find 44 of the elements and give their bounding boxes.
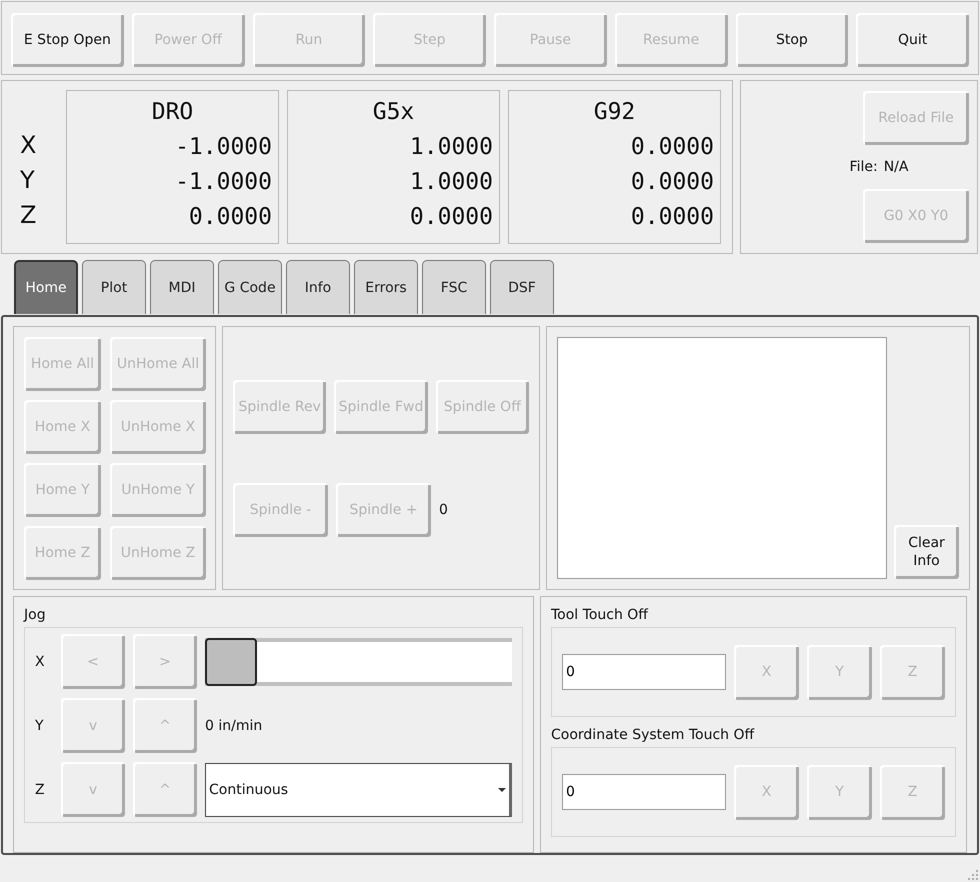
dro-value: 1.0000 <box>408 168 493 197</box>
group-title: Jog <box>24 606 47 625</box>
tab[interactable]: Info <box>286 260 350 314</box>
group-title: Coordinate System Touch Off <box>551 726 756 745</box>
dro-value: 0.0000 <box>630 203 714 232</box>
tab[interactable]: FSC <box>422 260 486 314</box>
offset-input[interactable]: 0 <box>562 774 726 810</box>
increment-dropdown[interactable]: Continuous <box>205 762 512 816</box>
clear-info-button[interactable]: Clear Info <box>894 525 959 579</box>
axis-label: Y <box>19 165 36 196</box>
toolbar-button[interactable]: E Stop Open <box>11 13 124 67</box>
dro-value: -1.0000 <box>174 133 272 162</box>
dro-value: 0.0000 <box>188 203 272 232</box>
group-title: Tool Touch Off <box>551 606 650 625</box>
tab[interactable]: MDI <box>150 260 214 314</box>
dro-value: 0.0000 <box>630 133 714 162</box>
axis-label: X <box>35 654 46 670</box>
dro-title: G92 <box>592 98 636 127</box>
spindle-speed: 0 <box>439 502 448 518</box>
file-label: File: <box>850 159 878 175</box>
dro-value: -1.0000 <box>174 168 272 197</box>
tab[interactable]: DSF <box>490 260 554 314</box>
slider-thumb[interactable] <box>205 638 257 686</box>
toolbar-button[interactable]: Stop <box>736 13 848 67</box>
dro-title: DRO <box>150 98 194 127</box>
dro-value: 0.0000 <box>408 203 493 232</box>
axis-label: Z <box>35 782 46 798</box>
offset-input[interactable]: 0 <box>562 654 726 690</box>
jog-speed-slider[interactable] <box>205 638 512 686</box>
dro-title: G5x <box>372 98 416 127</box>
dro-value: 0.0000 <box>630 168 714 197</box>
dropdown-arrow-icon <box>498 788 506 792</box>
axis-label: Z <box>19 200 38 231</box>
tab[interactable]: Plot <box>82 260 146 314</box>
file-value: N/A <box>884 159 908 175</box>
dro-value: 1.0000 <box>408 133 493 162</box>
tab[interactable]: G Code <box>218 260 282 314</box>
tab[interactable]: Home <box>14 260 78 314</box>
axis-label: X <box>19 130 38 161</box>
resize-grip-icon <box>968 870 978 880</box>
toolbar-button[interactable]: Quit <box>856 13 969 67</box>
axis-label: Y <box>35 718 45 734</box>
tab[interactable]: Errors <box>354 260 418 314</box>
jog-speed-reading: 0 in/min <box>205 718 262 734</box>
